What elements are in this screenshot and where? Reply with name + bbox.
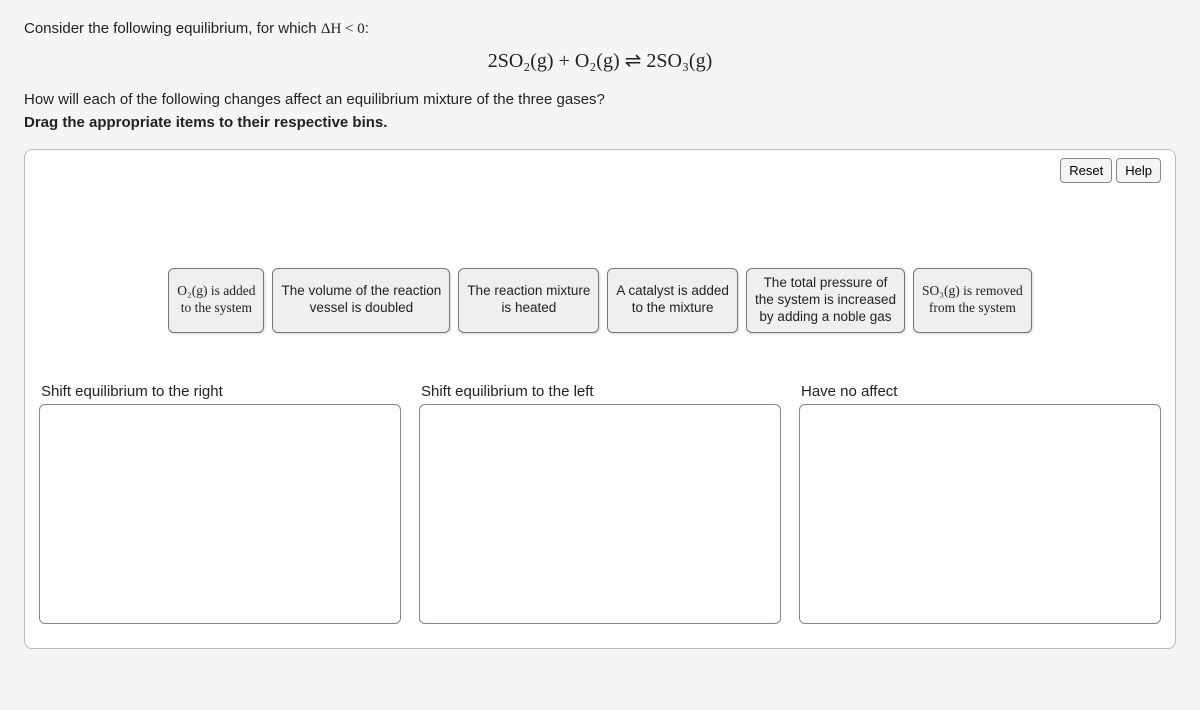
item-heated[interactable]: The reaction mixtureis heated (458, 268, 599, 333)
delta-h: ΔH < 0 (321, 21, 365, 37)
intro-text: Consider the following equilibrium, for … (24, 20, 1176, 38)
intro-suffix: : (365, 20, 369, 37)
item-noble-gas[interactable]: The total pressure ofthe system is incre… (746, 268, 905, 333)
help-button[interactable]: Help (1116, 158, 1161, 183)
panel-buttons: Reset Help (1060, 158, 1161, 183)
drag-drop-panel: Reset Help O₂(g) is addedto the system T… (24, 149, 1176, 649)
item-volume-doubled[interactable]: The volume of the reactionvessel is doub… (272, 268, 450, 333)
reset-button[interactable]: Reset (1060, 158, 1112, 183)
bin-shift-right: Shift equilibrium to the right (39, 383, 401, 624)
intro-prefix: Consider the following equilibrium, for … (24, 20, 321, 37)
bin-no-affect: Have no affect (799, 383, 1161, 624)
bin-drop-left[interactable] (419, 404, 781, 624)
bin-label-none: Have no affect (799, 383, 1161, 400)
bin-drop-none[interactable] (799, 404, 1161, 624)
question-followup: How will each of the following changes a… (24, 91, 1176, 108)
bin-label-right: Shift equilibrium to the right (39, 383, 401, 400)
bin-drop-right[interactable] (39, 404, 401, 624)
instruction: Drag the appropriate items to their resp… (24, 114, 1176, 131)
bin-shift-left: Shift equilibrium to the left (419, 383, 781, 624)
item-so3-removed[interactable]: SO₃(g) is removedfrom the system (913, 268, 1032, 333)
bin-label-left: Shift equilibrium to the left (419, 383, 781, 400)
equation: 2SO₂(g) + O₂(g) ⇌ 2SO₃(g) (24, 48, 1176, 73)
bins-row: Shift equilibrium to the right Shift equ… (39, 383, 1161, 624)
draggable-items-row: O₂(g) is addedto the system The volume o… (39, 268, 1161, 333)
item-o2-added[interactable]: O₂(g) is addedto the system (168, 268, 264, 333)
item-catalyst[interactable]: A catalyst is addedto the mixture (607, 268, 738, 333)
